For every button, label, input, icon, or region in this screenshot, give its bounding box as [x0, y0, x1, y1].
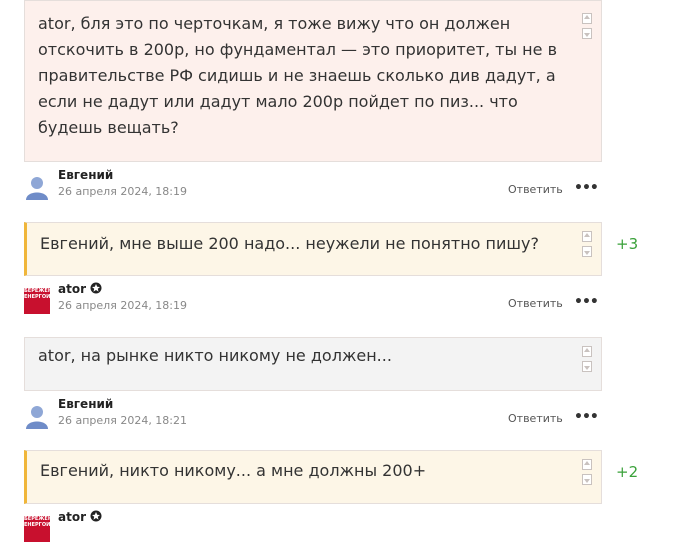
star-badge-icon: [90, 510, 102, 522]
comment-bubble: ator, бля это по черточкам, я тоже вижу …: [24, 0, 602, 162]
comment-line: Евгений, никто никому... а мне должны 20…: [40, 461, 427, 480]
comment-bubble: Евгений, никто никому... а мне должны 20…: [24, 450, 602, 504]
comment-score: +3: [616, 235, 639, 253]
vote-controls: [582, 13, 594, 43]
downvote-icon[interactable]: [582, 28, 592, 39]
avatar[interactable]: [24, 403, 50, 429]
comment-text: ator, на рынке никто никому не должен...: [25, 338, 601, 369]
more-options-icon[interactable]: •••: [574, 409, 599, 425]
avatar-logo-text: БЕРЕЖЕНИ ЕНЕРГОИТ: [24, 288, 50, 300]
comment-text: ator, бля это по черточкам, я тоже вижу …: [25, 1, 601, 141]
reply-button[interactable]: Ответить: [508, 183, 563, 196]
downvote-icon[interactable]: [582, 246, 592, 257]
user-avatar-icon: [26, 406, 48, 429]
more-options-icon[interactable]: •••: [574, 180, 599, 196]
comment-line: Евгений, мне выше 200 надо... неужели не…: [40, 234, 539, 253]
author-name[interactable]: ator: [58, 510, 102, 524]
comment-line: будешь вещать?: [38, 118, 179, 137]
comment-line: ator, на рынке никто никому не должен...: [38, 346, 392, 365]
downvote-icon[interactable]: [582, 361, 592, 372]
vote-controls: [582, 459, 594, 489]
comment-line: правительстве РФ сидишь и не знаешь скол…: [38, 66, 556, 85]
avatar-logo-text: БЕРЕЖЕНИ ЕНЕРГОИТ: [24, 516, 50, 528]
author-name-text: ator: [58, 282, 86, 296]
comment-meta: БЕРЕЖЕНИ ЕНЕРГОИТ ator 26 апреля 2024, 1…: [24, 282, 602, 316]
comment-text: Евгений, мне выше 200 надо... неужели не…: [27, 223, 601, 257]
upvote-icon[interactable]: [582, 459, 592, 470]
comment-score: +2: [616, 463, 639, 481]
author-name[interactable]: ator: [58, 282, 102, 296]
vote-controls: [582, 231, 594, 261]
author-name-text: ator: [58, 510, 86, 524]
star-badge-icon: [90, 282, 102, 294]
user-avatar-icon: [26, 177, 48, 200]
comment-meta: Евгений 26 апреля 2024, 18:21 Ответить •…: [24, 397, 602, 431]
avatar[interactable]: [24, 174, 50, 200]
reply-button[interactable]: Ответить: [508, 412, 563, 425]
comment-meta: БЕРЕЖЕНИ ЕНЕРГОИТ ator: [24, 510, 602, 544]
comment-line: отскочить в 200р, но фундаментал — это п…: [38, 40, 557, 59]
avatar[interactable]: БЕРЕЖЕНИ ЕНЕРГОИТ: [24, 288, 50, 314]
comment-text: Евгений, никто никому... а мне должны 20…: [27, 451, 601, 484]
more-options-icon[interactable]: •••: [574, 294, 599, 310]
comment-date: 26 апреля 2024, 18:21: [58, 414, 188, 427]
downvote-icon[interactable]: [582, 474, 592, 485]
comment-bubble: Евгений, мне выше 200 надо... неужели не…: [24, 222, 602, 276]
comment-meta: Евгений 26 апреля 2024, 18:19 Ответить •…: [24, 168, 602, 202]
comment-line: ator, бля это по черточкам, я тоже вижу …: [38, 14, 511, 33]
author-name[interactable]: Евгений: [58, 168, 113, 182]
comment-date: 26 апреля 2024, 18:19: [58, 299, 188, 312]
comment-bubble: ator, на рынке никто никому не должен...: [24, 337, 602, 391]
comment-date: 26 апреля 2024, 18:19: [58, 185, 188, 198]
upvote-icon[interactable]: [582, 231, 592, 242]
vote-controls: [582, 346, 594, 376]
author-name[interactable]: Евгений: [58, 397, 113, 411]
reply-button[interactable]: Ответить: [508, 297, 563, 310]
comment-line: если не дадут или дадут мало 200р пойдет…: [38, 92, 518, 111]
upvote-icon[interactable]: [582, 13, 592, 24]
avatar[interactable]: БЕРЕЖЕНИ ЕНЕРГОИТ: [24, 516, 50, 542]
upvote-icon[interactable]: [582, 346, 592, 357]
